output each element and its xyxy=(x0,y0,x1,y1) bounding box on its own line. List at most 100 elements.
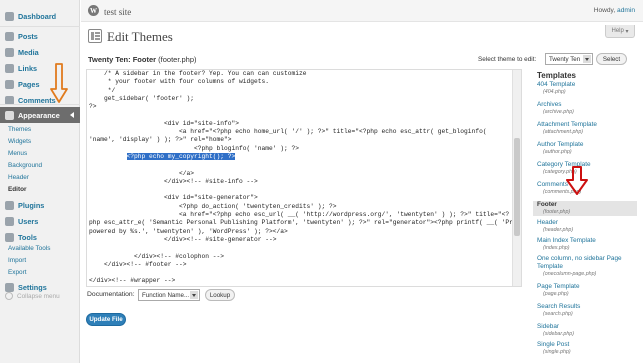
select-theme-button[interactable]: Select xyxy=(596,53,627,65)
template-item[interactable]: Archives (archive.php) xyxy=(537,101,637,116)
template-name: One column, no sidebar Page Template xyxy=(537,255,622,270)
link-icon xyxy=(5,63,14,73)
code-line: <div id="site-generator"> xyxy=(89,194,258,202)
pin-icon xyxy=(5,31,14,41)
theme-select-dropdown[interactable]: Twenty Ten xyxy=(545,53,593,65)
code-line: */ xyxy=(89,86,116,94)
tools-icon xyxy=(5,232,14,242)
user-link[interactable]: admin xyxy=(617,7,635,14)
template-name: Header xyxy=(537,219,558,226)
template-name: Main Index Template xyxy=(537,237,596,244)
submenu-item-export[interactable]: Export xyxy=(0,267,80,278)
sidebar-item-label: Pages xyxy=(18,79,40,89)
template-item[interactable]: Header (header.php) xyxy=(537,219,637,234)
sidebar-item-label: Links xyxy=(18,63,38,73)
editor-scrollbar[interactable] xyxy=(512,70,521,286)
sidebar-separator xyxy=(0,104,80,105)
sidebar-item-label: Users xyxy=(18,216,39,226)
annotation-arrow-down-icon xyxy=(50,63,68,103)
template-filename: (search.php) xyxy=(543,311,573,317)
settings-icon xyxy=(5,282,14,292)
sidebar-item-label: Settings xyxy=(18,282,47,292)
plugin-icon xyxy=(5,200,14,210)
code-line: 'name', 'display' ) ); ?>" rel="home"> xyxy=(89,136,232,144)
current-menu-arrow-icon xyxy=(70,112,74,118)
media-icon xyxy=(5,47,14,57)
code-line: <?php bloginfo( 'name' ); ?> xyxy=(89,144,300,152)
templates-heading: Templates xyxy=(537,71,576,80)
template-name: Sidebar xyxy=(537,323,560,330)
code-line: </div><!-- #wrapper --> xyxy=(89,277,176,285)
sidebar-separator xyxy=(0,26,80,27)
template-filename: (single.php) xyxy=(543,349,571,355)
submenu-item-themes[interactable]: Themes xyxy=(0,124,80,135)
template-item[interactable]: Page Template (page.php) xyxy=(537,283,637,298)
template-name: Attachment Template xyxy=(537,121,597,128)
submenu-item-menus[interactable]: Menus xyxy=(0,148,80,159)
template-name: Author Template xyxy=(537,141,584,148)
code-line: </div><!-- #site-info --> xyxy=(89,177,258,185)
file-filename: (footer.php) xyxy=(158,55,197,64)
template-name: Page Template xyxy=(537,283,580,290)
template-filename: (onecolumn-page.php) xyxy=(543,271,597,277)
template-filename: (404.php) xyxy=(543,89,566,95)
lookup-button[interactable]: Lookup xyxy=(205,289,235,301)
template-item[interactable]: 404 Template (404.php) xyxy=(537,81,637,96)
help-label: Help xyxy=(611,28,624,34)
sidebar-item-plugins[interactable]: Plugins xyxy=(0,197,80,213)
code-line: /* A sidebar in the footer? Yep. You can… xyxy=(89,70,307,77)
submenu-item-header[interactable]: Header xyxy=(0,172,80,183)
template-item[interactable]: One column, no sidebar Page Template (one… xyxy=(537,255,637,278)
documentation-select[interactable]: Function Name... xyxy=(138,289,200,301)
theme-select-value: Twenty Ten xyxy=(549,55,581,63)
sidebar-item-label: Tools xyxy=(18,232,37,242)
collapse-icon xyxy=(5,292,13,300)
submenu-item-available-tools[interactable]: Available Tools xyxy=(0,243,80,254)
dashboard-icon xyxy=(5,11,14,21)
sidebar-item-dashboard[interactable]: Dashboard xyxy=(0,8,80,24)
template-filename: (attachment.php) xyxy=(543,129,584,135)
submenu-item-import[interactable]: Import xyxy=(0,255,80,266)
template-item[interactable]: Single Post (single.php) xyxy=(537,341,637,356)
chevron-down-icon xyxy=(583,55,591,63)
code-editor-textarea[interactable]: /* A sidebar in the footer? Yep. You can… xyxy=(86,69,522,287)
sidebar-item-posts[interactable]: Posts xyxy=(0,28,80,44)
sidebar-item-appearance[interactable]: Appearance xyxy=(0,107,80,123)
submenu-item-editor[interactable]: Editor xyxy=(0,184,80,195)
template-item[interactable]: Sidebar (sidebar.php) xyxy=(537,323,637,338)
code-line: ?> xyxy=(89,103,97,111)
sidebar-item-users[interactable]: Users xyxy=(0,213,80,229)
submenu-item-widgets[interactable]: Widgets xyxy=(0,136,80,147)
submenu-item-background[interactable]: Background xyxy=(0,160,80,171)
update-file-button[interactable]: Update File xyxy=(86,313,126,326)
code-line: * your footer with four columns of widge… xyxy=(89,78,270,86)
template-item[interactable]: Main Index Template (index.php) xyxy=(537,237,637,252)
sidebar-item-comments[interactable]: Comments xyxy=(0,92,80,108)
sidebar-item-label: Dashboard xyxy=(18,11,57,21)
template-item[interactable]: Author Template (author.php) xyxy=(537,141,637,156)
wordpress-logo-icon: W xyxy=(88,5,99,16)
documentation-select-value: Function Name... xyxy=(142,291,190,299)
sidebar-item-media[interactable]: Media xyxy=(0,44,80,60)
appearance-icon xyxy=(5,110,14,120)
site-title[interactable]: test site xyxy=(104,7,131,17)
template-item[interactable]: Footer (footer.php) xyxy=(533,201,637,216)
sidebar-item-links[interactable]: Links xyxy=(0,60,80,76)
collapse-menu-button[interactable]: Collapse menu xyxy=(5,292,60,300)
template-item[interactable]: Attachment Template (attachment.php) xyxy=(537,121,637,136)
code-line-highlighted: <?php echo my_copyright(); ?> xyxy=(89,152,511,161)
scrollbar-thumb[interactable] xyxy=(514,138,520,236)
code-line: </div><!-- #colophon --> xyxy=(89,252,225,260)
sidebar-item-label: Posts xyxy=(18,31,38,41)
themes-page-icon xyxy=(88,29,102,43)
sidebar-item-pages[interactable]: Pages xyxy=(0,76,80,92)
template-item[interactable]: Search Results (search.php) xyxy=(537,303,637,318)
collapse-label: Collapse menu xyxy=(17,292,60,300)
template-name: Archives xyxy=(537,101,562,108)
help-tab-button[interactable]: Help ▾ xyxy=(605,25,635,38)
users-icon xyxy=(5,216,14,226)
sidebar-item-label: Media xyxy=(18,47,39,57)
template-name: Footer xyxy=(537,201,557,208)
